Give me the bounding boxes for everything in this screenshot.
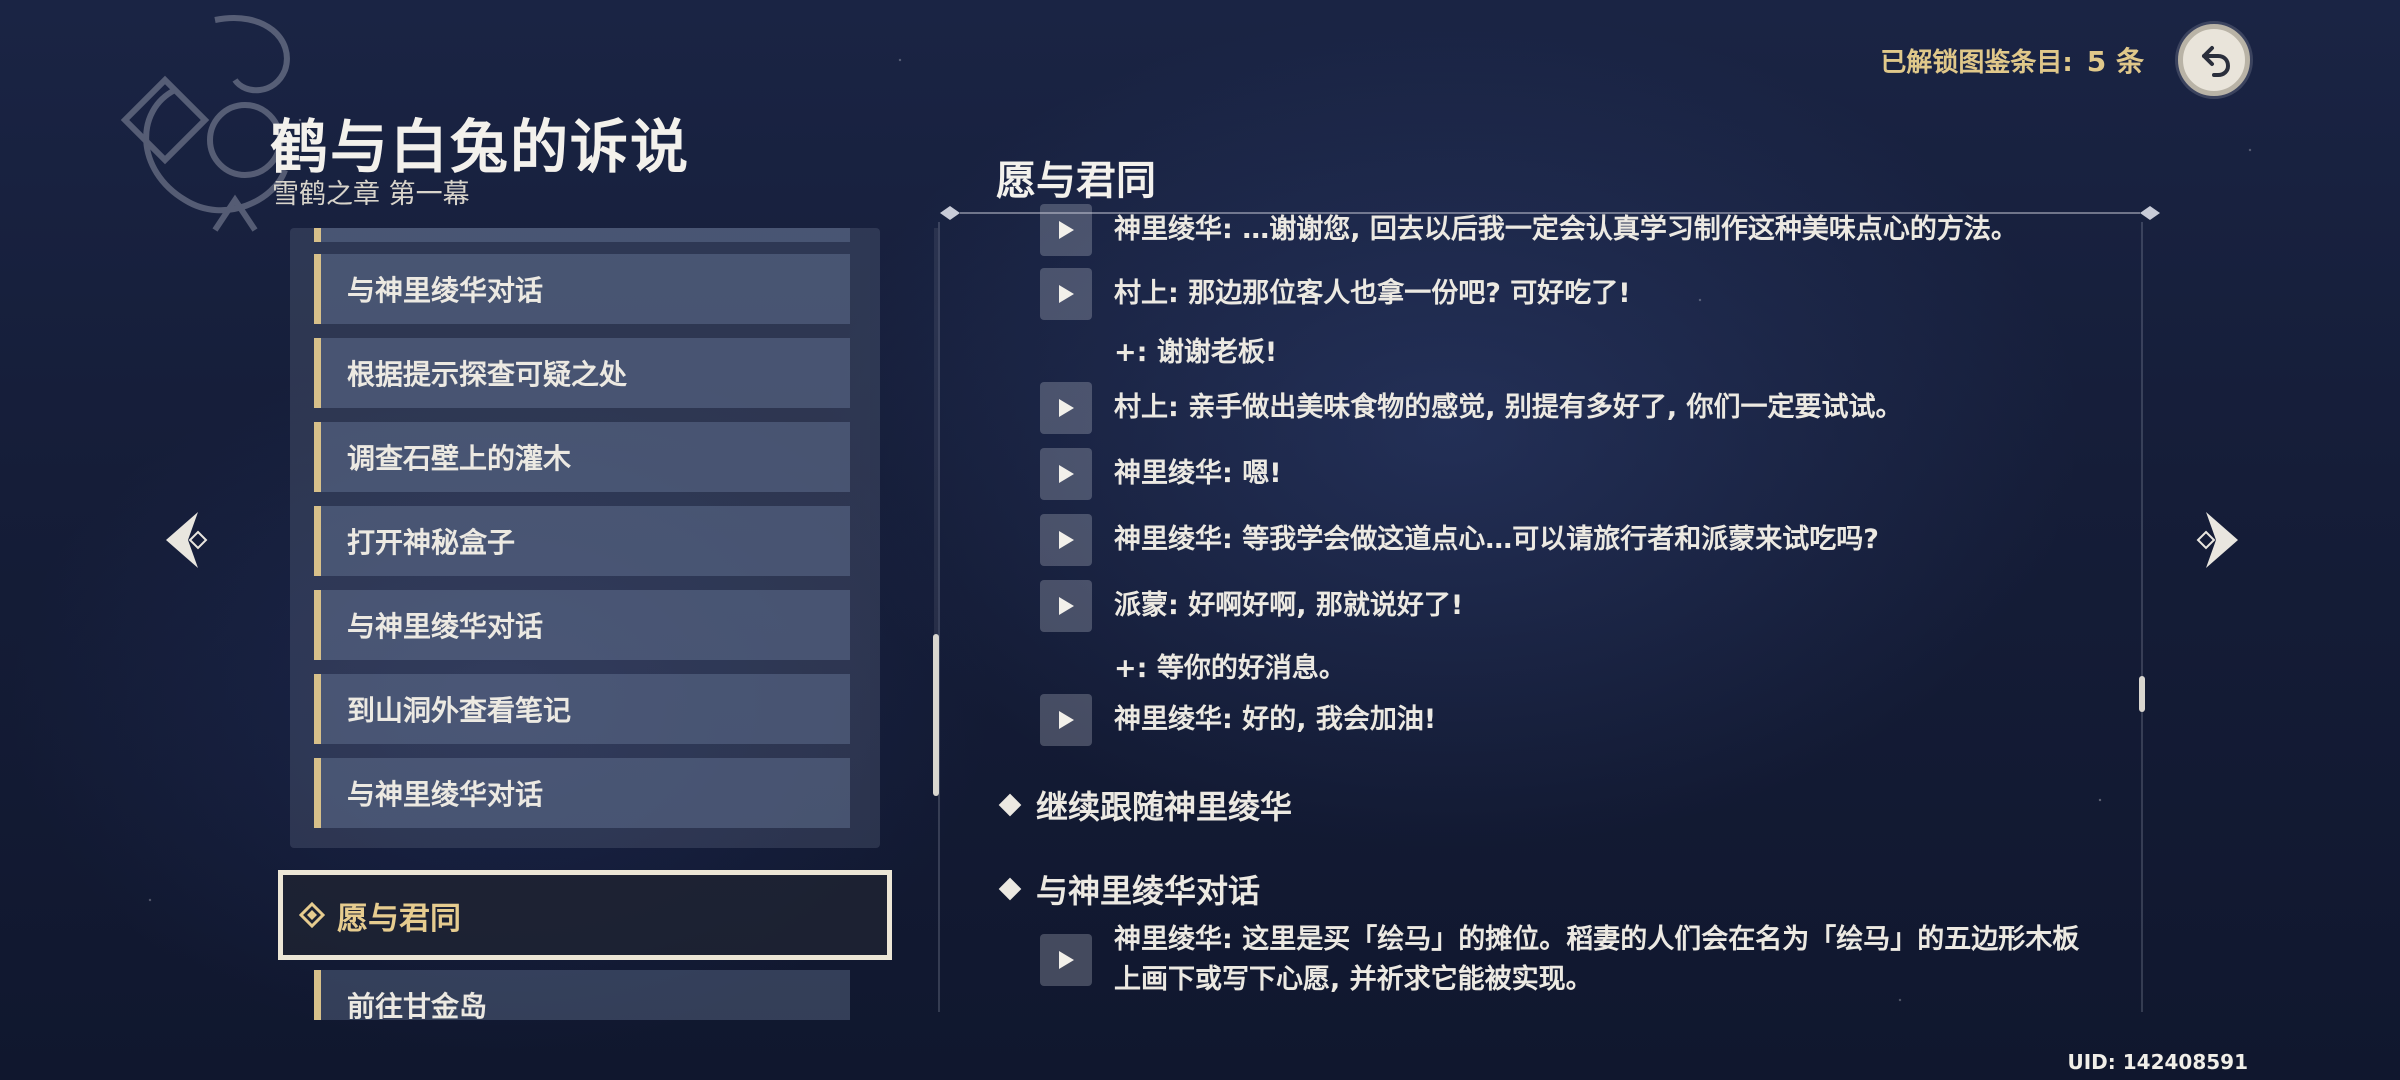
dialogue-text: 派蒙: 好啊好啊, 那就说好了! <box>1114 590 1464 621</box>
list-item[interactable]: 到山洞外查看笔记 <box>314 674 850 744</box>
dialogue-line[interactable]: 神里绫华: 这里是买「绘马」的摊位。稻妻的人们会在名为「绘马」的五边形木板 上画… <box>1040 920 2079 1000</box>
quest-step-list[interactable]: 与神里绫华对话 根据提示探查可疑之处 调查石壁上的灌木 打开神秘盒子 与神里绫华… <box>290 228 880 848</box>
dialogue-line[interactable]: 神里绫华: 等我学会做这道点心…可以请旅行者和派蒙来试吃吗? <box>1040 514 1879 566</box>
dialogue-line[interactable]: 派蒙: 好啊好啊, 那就说好了! <box>1040 580 1463 632</box>
list-item[interactable]: 与神里绫华对话 <box>314 758 850 828</box>
play-voice-button[interactable] <box>1040 694 1092 746</box>
play-icon <box>1059 221 1074 239</box>
list-item-label: 打开神秘盒子 <box>347 526 516 559</box>
back-arrow-icon <box>2202 46 2231 77</box>
dialogue-line[interactable]: 神里绫华: 好的, 我会加油! <box>1040 694 1436 746</box>
detail-scrollbar-thumb[interactable] <box>2139 676 2145 712</box>
chapter-subtitle: 雪鹤之章 第一幕 <box>272 179 470 210</box>
step-label: 继续跟随神里绫华 <box>1036 788 1293 826</box>
list-item-partial <box>314 228 850 242</box>
list-item[interactable]: 与神里绫华对话 <box>314 254 850 324</box>
selected-quest[interactable]: 愿与君同 <box>278 870 892 960</box>
dialogue-line[interactable]: 村上: 那边那位客人也拿一份吧? 可好吃了! <box>1040 268 1631 320</box>
play-voice-button[interactable] <box>1040 580 1092 632</box>
play-voice-button[interactable] <box>1040 268 1092 320</box>
gold-bar <box>314 590 321 660</box>
dialogue-text-line-2: 上画下或写下心愿, 并祈求它能被实现。 <box>1114 964 1593 995</box>
play-icon <box>1059 531 1074 549</box>
previous-chapter-arrow-icon[interactable] <box>158 508 214 572</box>
player-reply: +: 谢谢老板! <box>1114 337 1278 368</box>
list-item-label: 与神里绫华对话 <box>347 610 544 643</box>
quest-diamond-icon <box>299 902 325 928</box>
unlocked-entries: 已解锁图鉴条目: 5 条 <box>1880 40 2144 80</box>
list-item[interactable]: 根据提示探查可疑之处 <box>314 338 850 408</box>
unlocked-label: 已解锁图鉴条目: <box>1880 48 2073 78</box>
dialogue-text: 神里绫华: …谢谢您, 回去以后我一定会认真学习制作这种美味点心的方法。 <box>1114 214 2018 245</box>
list-item-label: 与神里绫华对话 <box>347 274 544 307</box>
selected-quest-label: 愿与君同 <box>337 900 461 937</box>
play-voice-button[interactable] <box>1040 934 1092 986</box>
diamond-bullet-icon <box>998 793 1022 817</box>
play-voice-button[interactable] <box>1040 382 1092 434</box>
play-voice-button[interactable] <box>1040 448 1092 500</box>
detail-frame-left <box>938 222 940 1012</box>
player-reply: +: 等你的好消息。 <box>1114 653 1346 684</box>
next-chapter-arrow-icon[interactable] <box>2190 508 2246 572</box>
dialogue-line[interactable]: 神里绫华: 嗯! <box>1040 448 1282 500</box>
list-item-label: 与神里绫华对话 <box>347 778 544 811</box>
diamond-bullet-icon <box>998 877 1022 901</box>
list-item[interactable]: 打开神秘盒子 <box>314 506 850 576</box>
dialogue-text: 神里绫华: 嗯! <box>1114 458 1282 489</box>
next-quest[interactable]: 前往甘金岛 <box>290 970 880 1020</box>
unlocked-count: 5 条 <box>2086 45 2144 78</box>
gold-bar <box>314 506 321 576</box>
player-uid: UID: 142408591 <box>2067 1050 2249 1074</box>
gold-bar <box>314 970 321 1020</box>
detail-title: 愿与君同 <box>996 158 1156 204</box>
quest-step-heading: 与神里绫华对话 <box>998 866 1261 912</box>
list-item-label: 根据提示探查可疑之处 <box>347 358 628 391</box>
play-icon <box>1059 399 1074 417</box>
gold-bar <box>314 338 321 408</box>
play-icon <box>1059 951 1074 969</box>
play-icon <box>1059 711 1074 729</box>
list-item-label: 调查石壁上的灌木 <box>347 442 572 475</box>
dialogue-text: 神里绫华: 好的, 我会加油! <box>1114 704 1437 735</box>
gold-bar <box>314 674 321 744</box>
next-quest-label: 前往甘金岛 <box>347 990 488 1020</box>
gold-bar <box>314 254 321 324</box>
dialogue-line[interactable]: 神里绫华: …谢谢您, 回去以后我一定会认真学习制作这种美味点心的方法。 <box>1040 204 2018 256</box>
play-voice-button[interactable] <box>1040 204 1092 256</box>
play-icon <box>1059 597 1074 615</box>
gold-bar <box>314 758 321 828</box>
play-icon <box>1059 465 1074 483</box>
dialogue-text: 村上: 亲手做出美味食物的感觉, 别提有多好了, 你们一定要试试。 <box>1114 392 1903 423</box>
quest-step-heading: 继续跟随神里绫华 <box>998 782 1293 828</box>
step-label: 与神里绫华对话 <box>1036 872 1261 910</box>
list-item-label: 到山洞外查看笔记 <box>347 694 572 727</box>
dialogue-text-line-1: 神里绫华: 这里是买「绘马」的摊位。稻妻的人们会在名为「绘马」的五边形木板 <box>1114 924 2080 955</box>
list-item[interactable]: 与神里绫华对话 <box>314 590 850 660</box>
play-icon <box>1059 285 1074 303</box>
dialogue-text: 村上: 那边那位客人也拿一份吧? 可好吃了! <box>1114 278 1631 309</box>
detail-frame-right <box>2141 222 2143 1012</box>
back-button[interactable] <box>2178 24 2250 96</box>
dialogue-line[interactable]: 村上: 亲手做出美味食物的感觉, 别提有多好了, 你们一定要试试。 <box>1040 382 1903 434</box>
play-voice-button[interactable] <box>1040 514 1092 566</box>
gold-bar <box>314 422 321 492</box>
dialogue-text: 神里绫华: 等我学会做这道点心…可以请旅行者和派蒙来试吃吗? <box>1114 524 1879 555</box>
list-item[interactable]: 调查石壁上的灌木 <box>314 422 850 492</box>
